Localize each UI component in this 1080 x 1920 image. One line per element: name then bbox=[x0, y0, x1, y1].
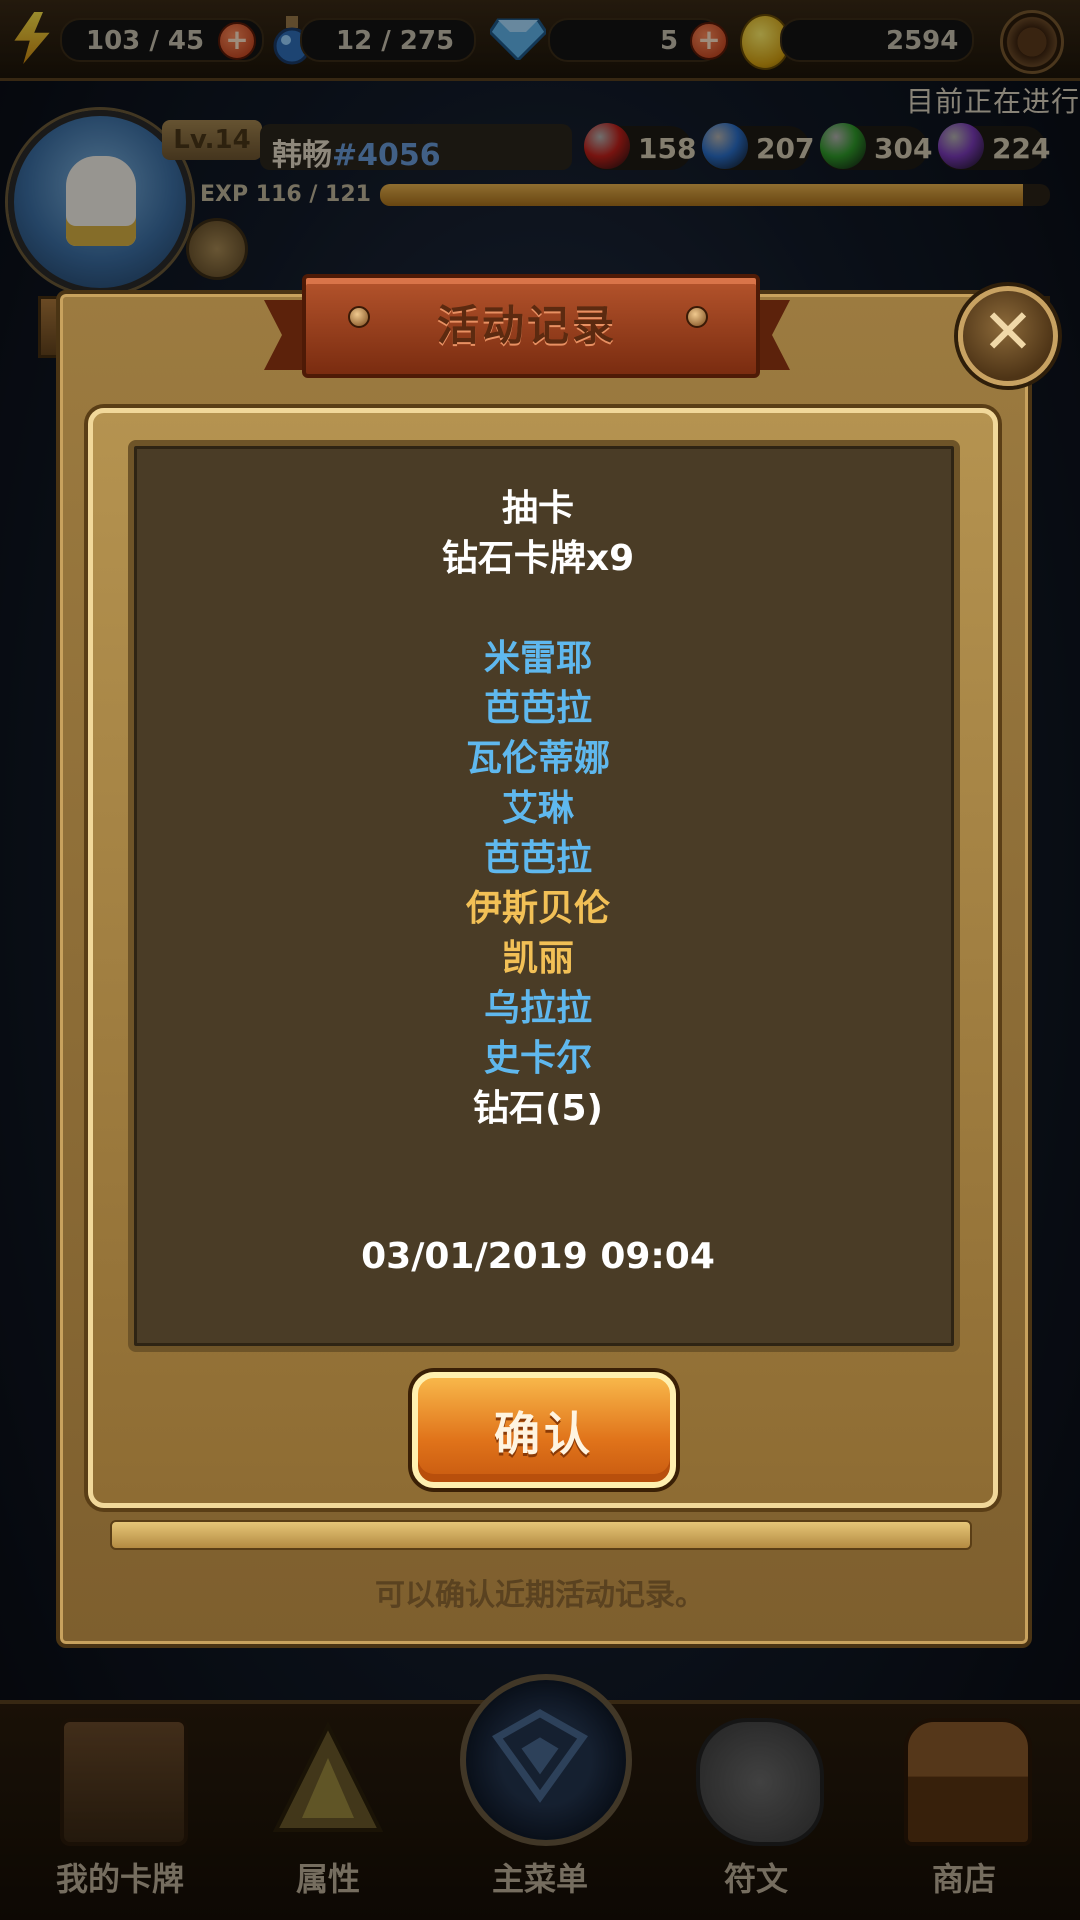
close-button[interactable]: ✕ bbox=[958, 286, 1058, 386]
card-result: 凯丽 bbox=[501, 938, 574, 979]
close-icon: ✕ bbox=[982, 295, 1034, 368]
card-result: 米雷耶 bbox=[483, 638, 592, 679]
game-screen: 103 / 45 + 12 / 275 5 + 2594 目前正在进行 Lv.1… bbox=[0, 0, 1080, 1920]
card-result: 伊斯贝伦 bbox=[465, 888, 610, 929]
card-result: 乌拉拉 bbox=[483, 988, 592, 1029]
dialog-hint: 可以确认近期活动记录。 bbox=[375, 1578, 705, 1613]
confirm-label: 确认 bbox=[494, 1407, 594, 1461]
record-list-peek[interactable] bbox=[110, 1520, 972, 1550]
dialog-title: 活动记录 bbox=[436, 301, 617, 350]
card-result: 艾琳 bbox=[501, 788, 574, 829]
record-summary: 钻石卡牌x9 bbox=[441, 538, 635, 579]
card-result: 芭芭拉 bbox=[483, 838, 592, 879]
confirm-button[interactable]: 确认 bbox=[412, 1372, 676, 1488]
card-result: 史卡尔 bbox=[483, 1038, 592, 1079]
record-type: 抽卡 bbox=[501, 488, 574, 529]
bonus-result: 钻石(5) bbox=[473, 1088, 603, 1129]
card-result: 芭芭拉 bbox=[483, 688, 592, 729]
record-timestamp: 03/01/2019 09:04 bbox=[361, 1236, 715, 1277]
card-result: 瓦伦蒂娜 bbox=[465, 738, 610, 779]
dialog-title-banner: 活动记录 bbox=[264, 270, 790, 380]
